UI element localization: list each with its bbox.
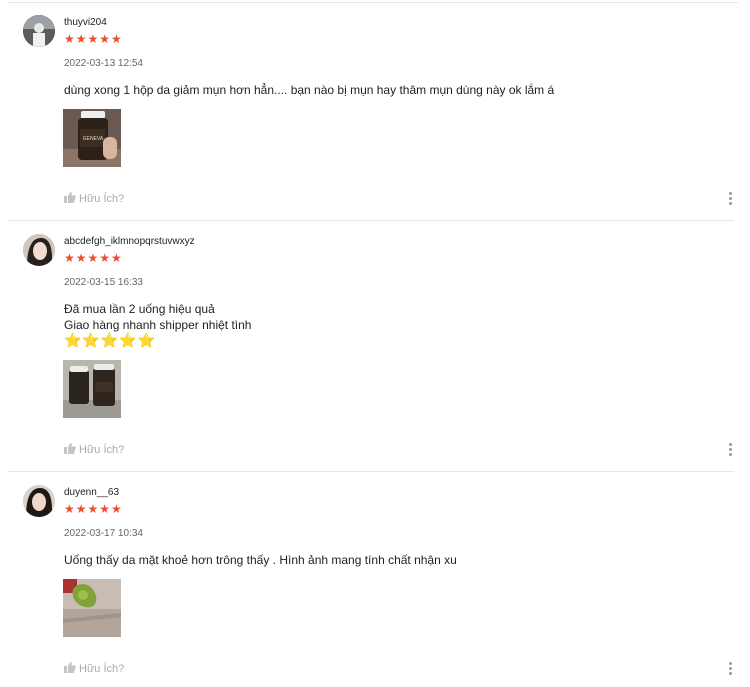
reviewer-name[interactable]: thuyvi204 <box>64 17 107 28</box>
helpful-label: Hữu Ích? <box>79 444 125 456</box>
avatar[interactable] <box>23 234 55 266</box>
reviewer-name[interactable]: abcdefgh_iklmnopqrstuvwxyz <box>64 236 195 247</box>
more-vertical-icon[interactable] <box>729 192 733 205</box>
rating-stars: ★★★★★ <box>64 502 123 516</box>
top-divider <box>8 2 738 3</box>
avatar[interactable] <box>23 15 55 47</box>
review-date: 2022-03-17 10:34 <box>64 528 143 539</box>
helpful-button[interactable]: Hữu Ích? <box>64 662 124 676</box>
more-vertical-icon[interactable] <box>729 443 733 456</box>
helpful-label: Hữu Ích? <box>79 663 125 675</box>
review-text-line: Đã mua lần 2 uống hiệu quả <box>64 302 215 316</box>
helpful-button[interactable]: Hữu Ích? <box>64 443 124 457</box>
emoji-stars: ⭐⭐⭐⭐⭐ <box>64 332 157 348</box>
thumbs-up-icon <box>64 192 76 206</box>
review-divider <box>8 220 734 221</box>
review-text-line: Giao hàng nhanh shipper nhiệt tình <box>64 318 252 332</box>
review-date: 2022-03-13 12:54 <box>64 58 143 69</box>
more-vertical-icon[interactable] <box>729 662 733 675</box>
helpful-button[interactable]: Hữu Ích? <box>64 192 124 206</box>
reviewer-name[interactable]: duyenn__63 <box>64 487 119 498</box>
svg-text:GENEVA: GENEVA <box>83 136 104 142</box>
review-photo[interactable] <box>63 360 121 418</box>
thumbs-up-icon <box>64 443 76 457</box>
review-text-line: dùng xong 1 hộp da giảm mụn hơn hẳn.... … <box>64 83 555 97</box>
avatar[interactable] <box>23 485 55 517</box>
review-photo[interactable]: GENEVA <box>63 109 121 167</box>
review-divider <box>8 471 734 472</box>
rating-stars: ★★★★★ <box>64 32 123 46</box>
thumbs-up-icon <box>64 662 76 676</box>
review-text-line: Uống thấy da mặt khoẻ hơn trông thấy . H… <box>64 553 457 567</box>
helpful-label: Hữu Ích? <box>79 193 125 205</box>
review-photo[interactable] <box>63 579 121 637</box>
review-date: 2022-03-15 16:33 <box>64 277 143 288</box>
rating-stars: ★★★★★ <box>64 251 123 265</box>
